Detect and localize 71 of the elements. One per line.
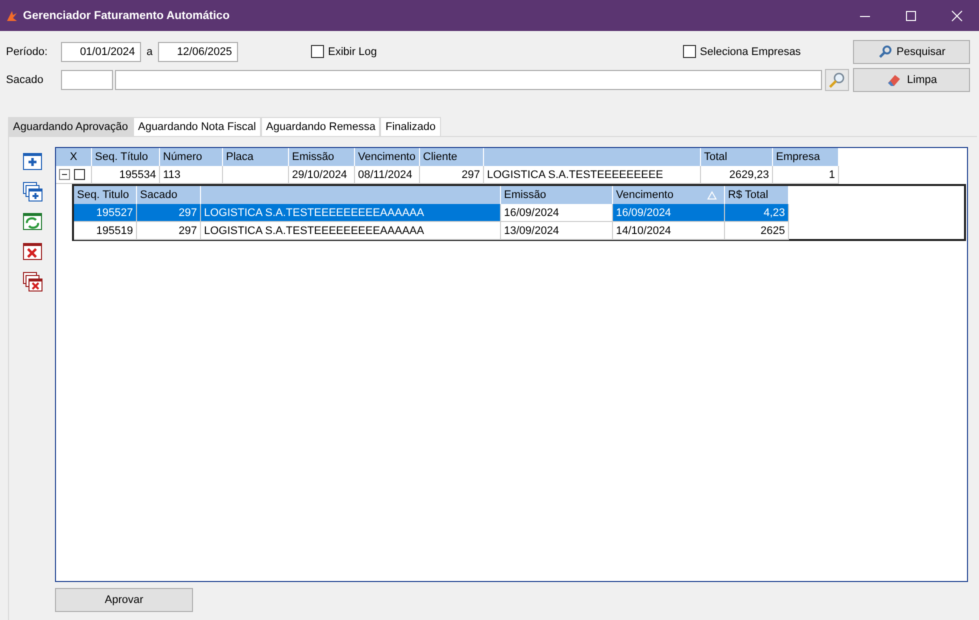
table-row[interactable]: 195519 297 LOGISTICA S.A.TESTEEEEEEEEEAAAAAA 13/09/2024 14/10/2024 2625: [74, 222, 964, 240]
table-cell: 297: [420, 166, 484, 184]
header-cell[interactable]: [484, 148, 701, 166]
table-cell: LOGISTICA S.A.TESTEEEEEEEEE: [484, 166, 701, 184]
column-header[interactable]: Empresa: [773, 148, 839, 166]
column-header[interactable]: Emissão: [289, 148, 355, 166]
period-label: Período:: [6, 46, 49, 58]
sacado-label: Sacado: [6, 74, 44, 86]
tab[interactable]: Aguardando Nota Fiscal: [132, 117, 261, 136]
table-cell: 16/09/2024: [613, 204, 725, 222]
eraser-icon: [886, 73, 902, 87]
column-header[interactable]: Emissão: [501, 186, 613, 204]
table-cell: 14/10/2024: [613, 222, 725, 240]
table-cell: 4,23: [725, 204, 789, 222]
column-header[interactable]: Sacado: [137, 186, 201, 204]
table-cell: 195534: [92, 166, 160, 184]
column-header[interactable]: Placa: [223, 148, 289, 166]
checkbox[interactable]: [311, 45, 324, 58]
table-cell: 113: [160, 166, 223, 184]
checkbox-label: Seleciona Empresas: [700, 46, 801, 58]
date-separator: a: [145, 46, 154, 58]
column-header[interactable]: Seq. Título: [92, 148, 160, 166]
row-checkbox[interactable]: [74, 169, 85, 180]
delete-document-icon[interactable]: [22, 241, 42, 262]
clear-button[interactable]: Limpa: [853, 68, 970, 92]
table-cell: LOGISTICA S.A.TESTEEEEEEEEEAAAAAA: [201, 222, 501, 240]
tab[interactable]: Aguardando Remessa: [261, 117, 380, 136]
table-cell: 2625: [725, 222, 789, 240]
column-header[interactable]: Total: [701, 148, 773, 166]
table-cell: 297: [137, 222, 201, 240]
tab[interactable]: Finalizado: [380, 117, 441, 136]
table-row[interactable]: 195527 297 LOGISTICA S.A.TESTEEEEEEEEEAAAAAA 16/09/2024 16/09/2024 4,23: [74, 204, 964, 222]
add-document-icon[interactable]: [22, 151, 42, 172]
search-icon: [878, 44, 892, 58]
sacado-name-field[interactable]: [115, 70, 822, 90]
maximize-icon[interactable]: [905, 10, 917, 22]
column-header[interactable]: Cliente: [420, 148, 484, 166]
search-button[interactable]: Pesquisar: [853, 40, 970, 64]
delete-documents-icon[interactable]: [22, 271, 42, 292]
table-cell: 29/10/2024: [289, 166, 355, 184]
table-cell: 08/11/2024: [355, 166, 420, 184]
table-cell: 195527: [74, 204, 137, 222]
tab[interactable]: Aguardando Aprovação: [8, 117, 133, 136]
window-title: Gerenciador Faturamento Automático: [23, 10, 230, 22]
refresh-document-icon[interactable]: [22, 211, 42, 232]
approve-button[interactable]: Aprovar: [55, 588, 193, 612]
table-cell: 13/09/2024: [501, 222, 613, 240]
table-cell: 297: [137, 204, 201, 222]
magnifier-icon: [828, 71, 846, 89]
column-header[interactable]: Vencimento: [613, 186, 725, 204]
date-to-field[interactable]: 12/06/2025: [158, 42, 238, 62]
column-header[interactable]: Vencimento: [355, 148, 420, 166]
column-header[interactable]: Número: [160, 148, 223, 166]
header-cell[interactable]: [201, 186, 501, 204]
date-from-field[interactable]: 01/01/2024: [61, 42, 141, 62]
checkbox[interactable]: [682, 45, 696, 58]
table-cell: 2629,23: [701, 166, 773, 184]
table-cell: 16/09/2024: [501, 204, 613, 222]
column-header[interactable]: R$ Total: [725, 186, 789, 204]
app-icon: [6, 10, 18, 22]
close-icon[interactable]: [951, 10, 963, 22]
lookup-button[interactable]: [825, 69, 849, 91]
sacado-code-field[interactable]: [61, 70, 113, 90]
checkbox-label: Exibir Log: [328, 46, 377, 58]
add-documents-icon[interactable]: [22, 181, 42, 202]
table-cell: 195519: [74, 222, 137, 240]
table-cell: LOGISTICA S.A.TESTEEEEEEEEEAAAAAA: [201, 204, 501, 222]
column-header[interactable]: X: [56, 148, 92, 166]
table-cell: [223, 166, 289, 184]
column-header[interactable]: Seq. Titulo: [74, 186, 137, 204]
table-cell: 1: [773, 166, 839, 184]
